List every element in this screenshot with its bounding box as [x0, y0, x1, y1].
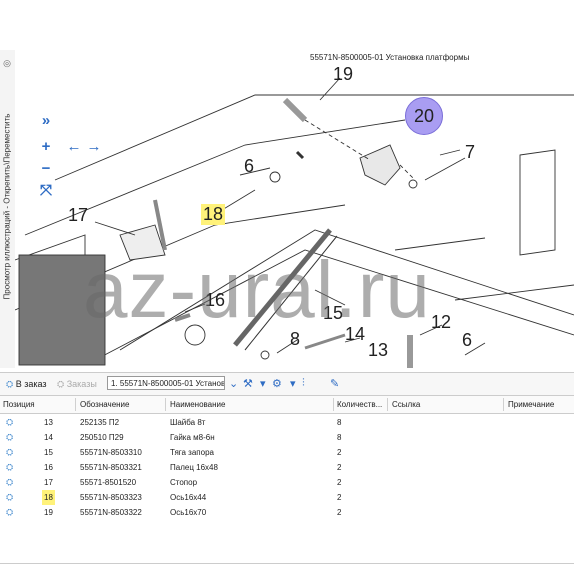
- row-quantity: 2: [337, 478, 342, 487]
- table-row[interactable]: ⛭ 17 55571-8501520 Стопор 2: [0, 475, 574, 490]
- callout-6-lower[interactable]: 6: [462, 330, 472, 351]
- row-position: 16: [44, 463, 53, 472]
- tree-toggle-icon[interactable]: ⛭: [6, 490, 13, 505]
- row-code: 250510 П29: [80, 433, 124, 442]
- row-quantity: 8: [337, 418, 342, 427]
- tools-icon[interactable]: ⚒: [243, 377, 253, 390]
- row-position: 13: [44, 418, 53, 427]
- column-code[interactable]: Обозначение: [80, 400, 129, 409]
- callout-6[interactable]: 6: [244, 156, 254, 177]
- drawing-title: 55571N-8500005-01 Установка платформы: [310, 53, 470, 62]
- tree-toggle-icon[interactable]: ⛭: [6, 415, 13, 430]
- callout-18-highlighted[interactable]: 18: [201, 204, 226, 225]
- row-quantity: 2: [337, 493, 342, 502]
- row-code: 252135 П2: [80, 418, 120, 427]
- document-select-value: 1. 55571N-8500005-01 Установ: [111, 379, 225, 388]
- row-code: 55571N-8503323: [80, 493, 142, 502]
- tree-toggle-icon[interactable]: ⛭: [6, 460, 13, 475]
- callout-14[interactable]: 14: [345, 324, 365, 345]
- zoom-out-icon[interactable]: −: [37, 160, 55, 178]
- row-name: Шайба 8т: [170, 418, 206, 427]
- arrow-right-icon[interactable]: →: [85, 138, 103, 156]
- callout-19[interactable]: 19: [333, 64, 353, 85]
- tree-toggle-icon[interactable]: ⛭: [6, 430, 13, 445]
- column-divider[interactable]: [503, 398, 504, 411]
- zoom-in-icon[interactable]: +: [37, 138, 55, 156]
- row-position: 19: [44, 508, 53, 517]
- dropdown-arrow-icon[interactable]: ▾: [260, 377, 266, 390]
- illustration-viewer[interactable]: » + ← → − ⤧: [15, 50, 574, 368]
- table-row[interactable]: ⛭ 15 55571N-8503310 Тяга запора 2: [0, 445, 574, 460]
- document-select[interactable]: 1. 55571N-8500005-01 Установ: [107, 376, 225, 390]
- cart-icon: ⛭: [6, 379, 14, 389]
- column-quantity[interactable]: Количеств...: [337, 400, 382, 409]
- add-to-order-button[interactable]: ⛭ В заказ: [6, 377, 47, 391]
- arrow-left-icon[interactable]: ←: [65, 138, 83, 156]
- fit-screen-icon[interactable]: ⤧: [37, 182, 55, 200]
- row-name: Палец 16х48: [170, 463, 218, 472]
- orders-icon: ⛭: [57, 379, 65, 389]
- assembly-drawing: [15, 77, 574, 368]
- row-quantity: 8: [337, 433, 342, 442]
- row-quantity: 2: [337, 448, 342, 457]
- add-to-order-label: В заказ: [15, 379, 47, 389]
- row-name: Гайка м8-6н: [170, 433, 215, 442]
- column-name[interactable]: Наименование: [170, 400, 225, 409]
- orders-button[interactable]: ⛭ Заказы: [57, 377, 97, 391]
- row-position: 14: [44, 433, 53, 442]
- illustration-side-tab[interactable]: Просмотр иллюстраций - Открепить\Перемес…: [0, 50, 16, 368]
- column-divider[interactable]: [387, 398, 388, 411]
- edit-icon[interactable]: ✎: [330, 377, 339, 390]
- orders-label: Заказы: [66, 379, 97, 389]
- table-row[interactable]: ⛭ 16 55571N-8503321 Палец 16х48 2: [0, 460, 574, 475]
- chevron-down-icon[interactable]: ⌄: [229, 377, 238, 390]
- table-row[interactable]: ⛭ 14 250510 П29 Гайка м8-6н 8: [0, 430, 574, 445]
- table-row[interactable]: ⛭ 13 252135 П2 Шайба 8т 8: [0, 415, 574, 430]
- callout-16[interactable]: 16: [205, 290, 225, 311]
- table-row[interactable]: ⛭ 19 55571N-8503322 Ось16х70 2: [0, 505, 574, 520]
- table-row-selected[interactable]: ⛭ 18 55571N-8503323 Ось16х44 2: [0, 490, 574, 505]
- parts-catalog-window: Просмотр иллюстраций - Открепить\Перемес…: [0, 0, 574, 574]
- row-code: 55571-8501520: [80, 478, 137, 487]
- callout-20-selected[interactable]: 20: [405, 97, 443, 135]
- row-position: 18: [42, 490, 55, 505]
- parts-toolbar: ⛭ В заказ ⛭ Заказы 1. 55571N-8500005-01 …: [0, 372, 574, 396]
- row-name: Ось16х70: [170, 508, 207, 517]
- row-quantity: 2: [337, 508, 342, 517]
- double-chevron-right-icon[interactable]: »: [37, 112, 55, 130]
- panel-settings-icon[interactable]: ◎: [1, 57, 13, 69]
- divider: [0, 563, 574, 564]
- settings-icon[interactable]: ⚙: [272, 377, 282, 390]
- callout-12[interactable]: 12: [431, 312, 451, 333]
- row-quantity: 2: [337, 463, 342, 472]
- column-position[interactable]: Позиция: [3, 400, 35, 409]
- tree-toggle-icon[interactable]: ⛭: [6, 475, 13, 490]
- row-code: 55571N-8503310: [80, 448, 142, 457]
- tree-toggle-icon[interactable]: ⛭: [6, 505, 13, 520]
- callout-15[interactable]: 15: [323, 303, 343, 324]
- callout-17[interactable]: 17: [68, 205, 88, 226]
- row-position: 15: [44, 448, 53, 457]
- columns-icon[interactable]: ⫶: [302, 377, 305, 390]
- column-note[interactable]: Примечание: [508, 400, 554, 409]
- side-tab-label: Просмотр иллюстраций - Открепить\Перемес…: [2, 113, 12, 300]
- table-header: Позиция Обозначение Наименование Количес…: [0, 396, 574, 414]
- callout-13[interactable]: 13: [368, 340, 388, 361]
- row-code: 55571N-8503322: [80, 508, 142, 517]
- column-divider[interactable]: [165, 398, 166, 411]
- tree-toggle-icon[interactable]: ⛭: [6, 445, 13, 460]
- callout-8[interactable]: 8: [290, 329, 300, 350]
- row-position: 17: [44, 478, 53, 487]
- column-divider[interactable]: [75, 398, 76, 411]
- row-name: Стопор: [170, 478, 198, 487]
- row-code: 55571N-8503321: [80, 463, 142, 472]
- dropdown-arrow-icon[interactable]: ▾: [290, 377, 296, 390]
- row-name: Ось16х44: [170, 493, 207, 502]
- callout-7[interactable]: 7: [465, 142, 475, 163]
- row-name: Тяга запора: [170, 448, 214, 457]
- column-divider[interactable]: [333, 398, 334, 411]
- column-link[interactable]: Ссылка: [392, 400, 420, 409]
